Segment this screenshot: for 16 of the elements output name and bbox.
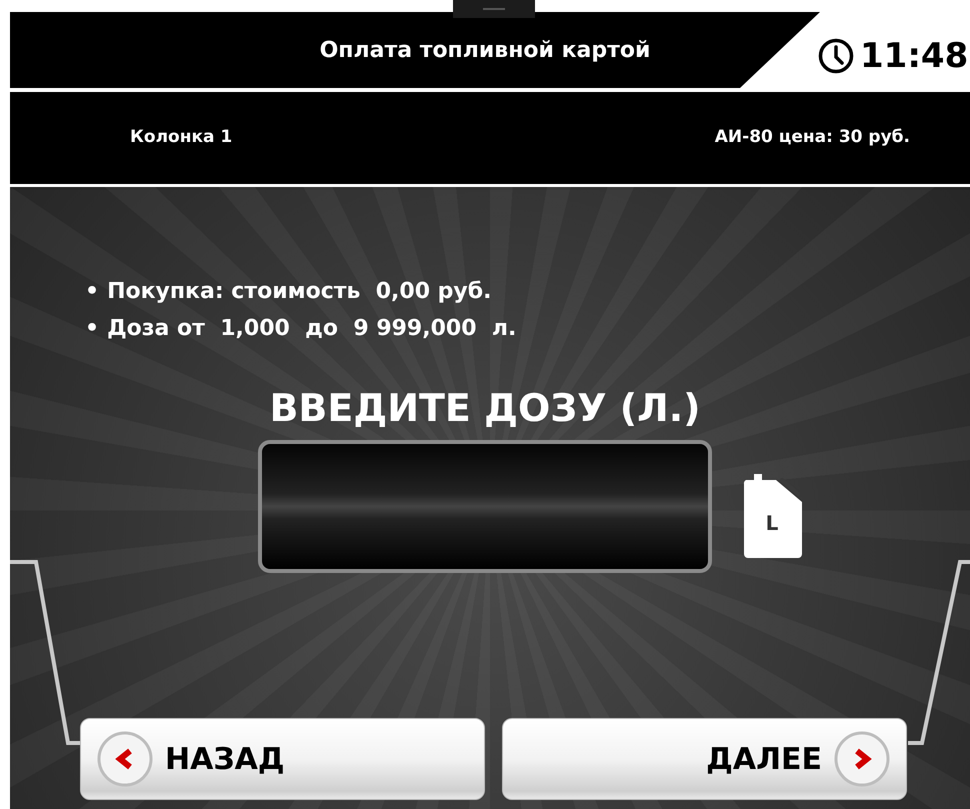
bullet: • <box>85 315 100 343</box>
detail-text: Доза от 1,000 до 9 999,000 л. <box>107 315 516 343</box>
back-button[interactable]: НАЗАД <box>80 718 485 800</box>
clock-time: 11:48 <box>860 39 968 73</box>
clock-icon <box>818 38 854 74</box>
dose-field[interactable] <box>258 440 712 573</box>
detail-text: Покупка: стоимость 0,00 руб. <box>107 278 492 306</box>
next-button[interactable]: ДАЛЕЕ <box>502 718 907 800</box>
chevron-left-icon <box>97 731 153 787</box>
chevron-right-icon <box>834 731 890 787</box>
prompt-heading: ВВЕДИТЕ ДОЗУ (Л.) <box>268 385 702 432</box>
screen-title: Оплата топливной картой <box>320 36 650 64</box>
fuel-price: АИ-80 цена: 30 руб. <box>714 126 910 150</box>
pump-label: Колонка 1 <box>130 126 232 150</box>
grab-handle[interactable] <box>453 0 535 18</box>
bullet: • <box>85 278 100 306</box>
